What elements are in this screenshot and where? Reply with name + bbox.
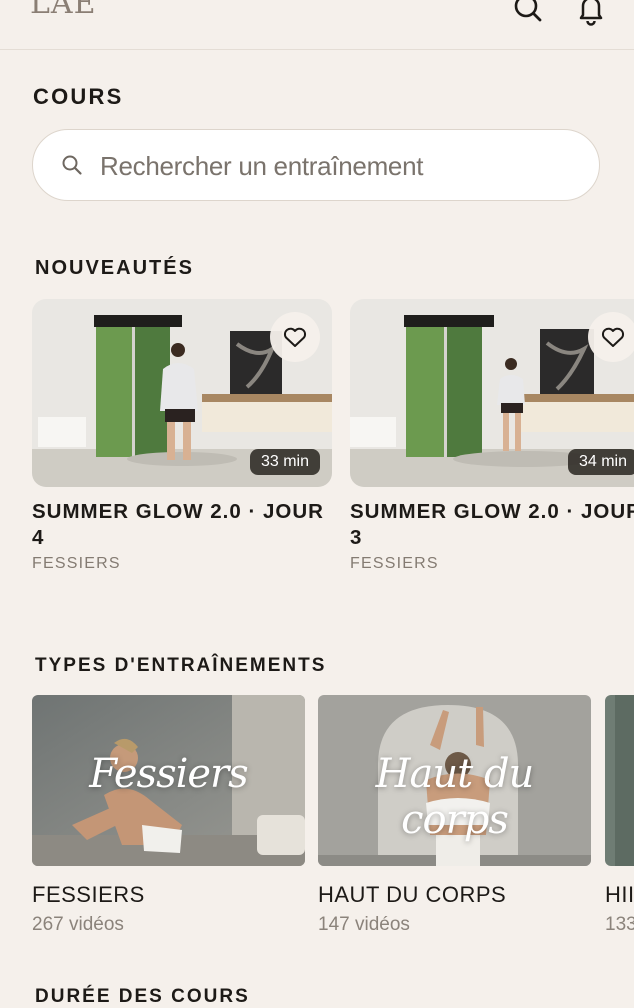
bell-icon[interactable] (574, 0, 608, 28)
workout-type-name[interactable]: HII (605, 882, 634, 908)
workout-type-name[interactable]: FESSIERS (32, 882, 305, 908)
workout-type-card[interactable]: HII 133 (605, 695, 634, 936)
workout-type-card[interactable]: Haut du corps HAUT DU CORPS 147 vidéos (318, 695, 591, 936)
workout-type-name[interactable]: HAUT DU CORPS (318, 882, 591, 908)
top-bar: LAE (0, 0, 634, 50)
new-section-title: NOUVEAUTÉS (35, 257, 194, 279)
search-placeholder: Rechercher un entraînement (100, 151, 424, 181)
types-section-title: TYPES D'ENTRAÎNEMENTS (35, 655, 327, 676)
app-logo[interactable]: LAE (30, 0, 97, 21)
duration-section-title: DURÉE DES COURS (35, 986, 250, 1007)
duration-badge: 33 min (249, 449, 320, 475)
search-input[interactable]: Rechercher un entraînement (32, 129, 600, 201)
course-title[interactable]: SUMMER GLOW 2.0 · JOUR 4 (32, 499, 332, 551)
favorite-button[interactable] (270, 312, 320, 362)
page-title: COURS (33, 84, 124, 109)
workout-type-count: 267 vidéos (32, 914, 124, 935)
course-category: FESSIERS (32, 555, 121, 572)
course-card[interactable]: 33 min SUMMER GLOW 2.0 · JOUR 4 FESSIERS (32, 299, 332, 573)
workout-type-image[interactable]: Haut du corps (318, 695, 591, 866)
workout-type-overlay: Haut du corps (375, 751, 535, 843)
workout-type-image[interactable] (605, 695, 634, 866)
course-thumbnail[interactable]: 34 min (350, 299, 634, 487)
course-category: FESSIERS (350, 555, 439, 572)
heart-icon (283, 327, 307, 347)
duration-badge: 34 min (567, 449, 634, 475)
favorite-button[interactable] (588, 312, 634, 362)
course-card[interactable]: 34 min SUMMER GLOW 2.0 · JOUR 3 FESSIERS (350, 299, 634, 573)
workout-type-count: 147 vidéos (318, 914, 410, 935)
heart-icon (601, 327, 625, 347)
search-icon[interactable] (511, 0, 545, 28)
course-thumbnail[interactable]: 33 min (32, 299, 332, 487)
workout-type-count: 133 (605, 914, 634, 935)
workout-type-overlay: Fessiers (89, 751, 248, 797)
search-icon (61, 154, 83, 176)
workout-type-card[interactable]: Fessiers FESSIERS 267 vidéos (32, 695, 305, 936)
workout-type-image[interactable]: Fessiers (32, 695, 305, 866)
course-title[interactable]: SUMMER GLOW 2.0 · JOUR 3 (350, 499, 634, 551)
